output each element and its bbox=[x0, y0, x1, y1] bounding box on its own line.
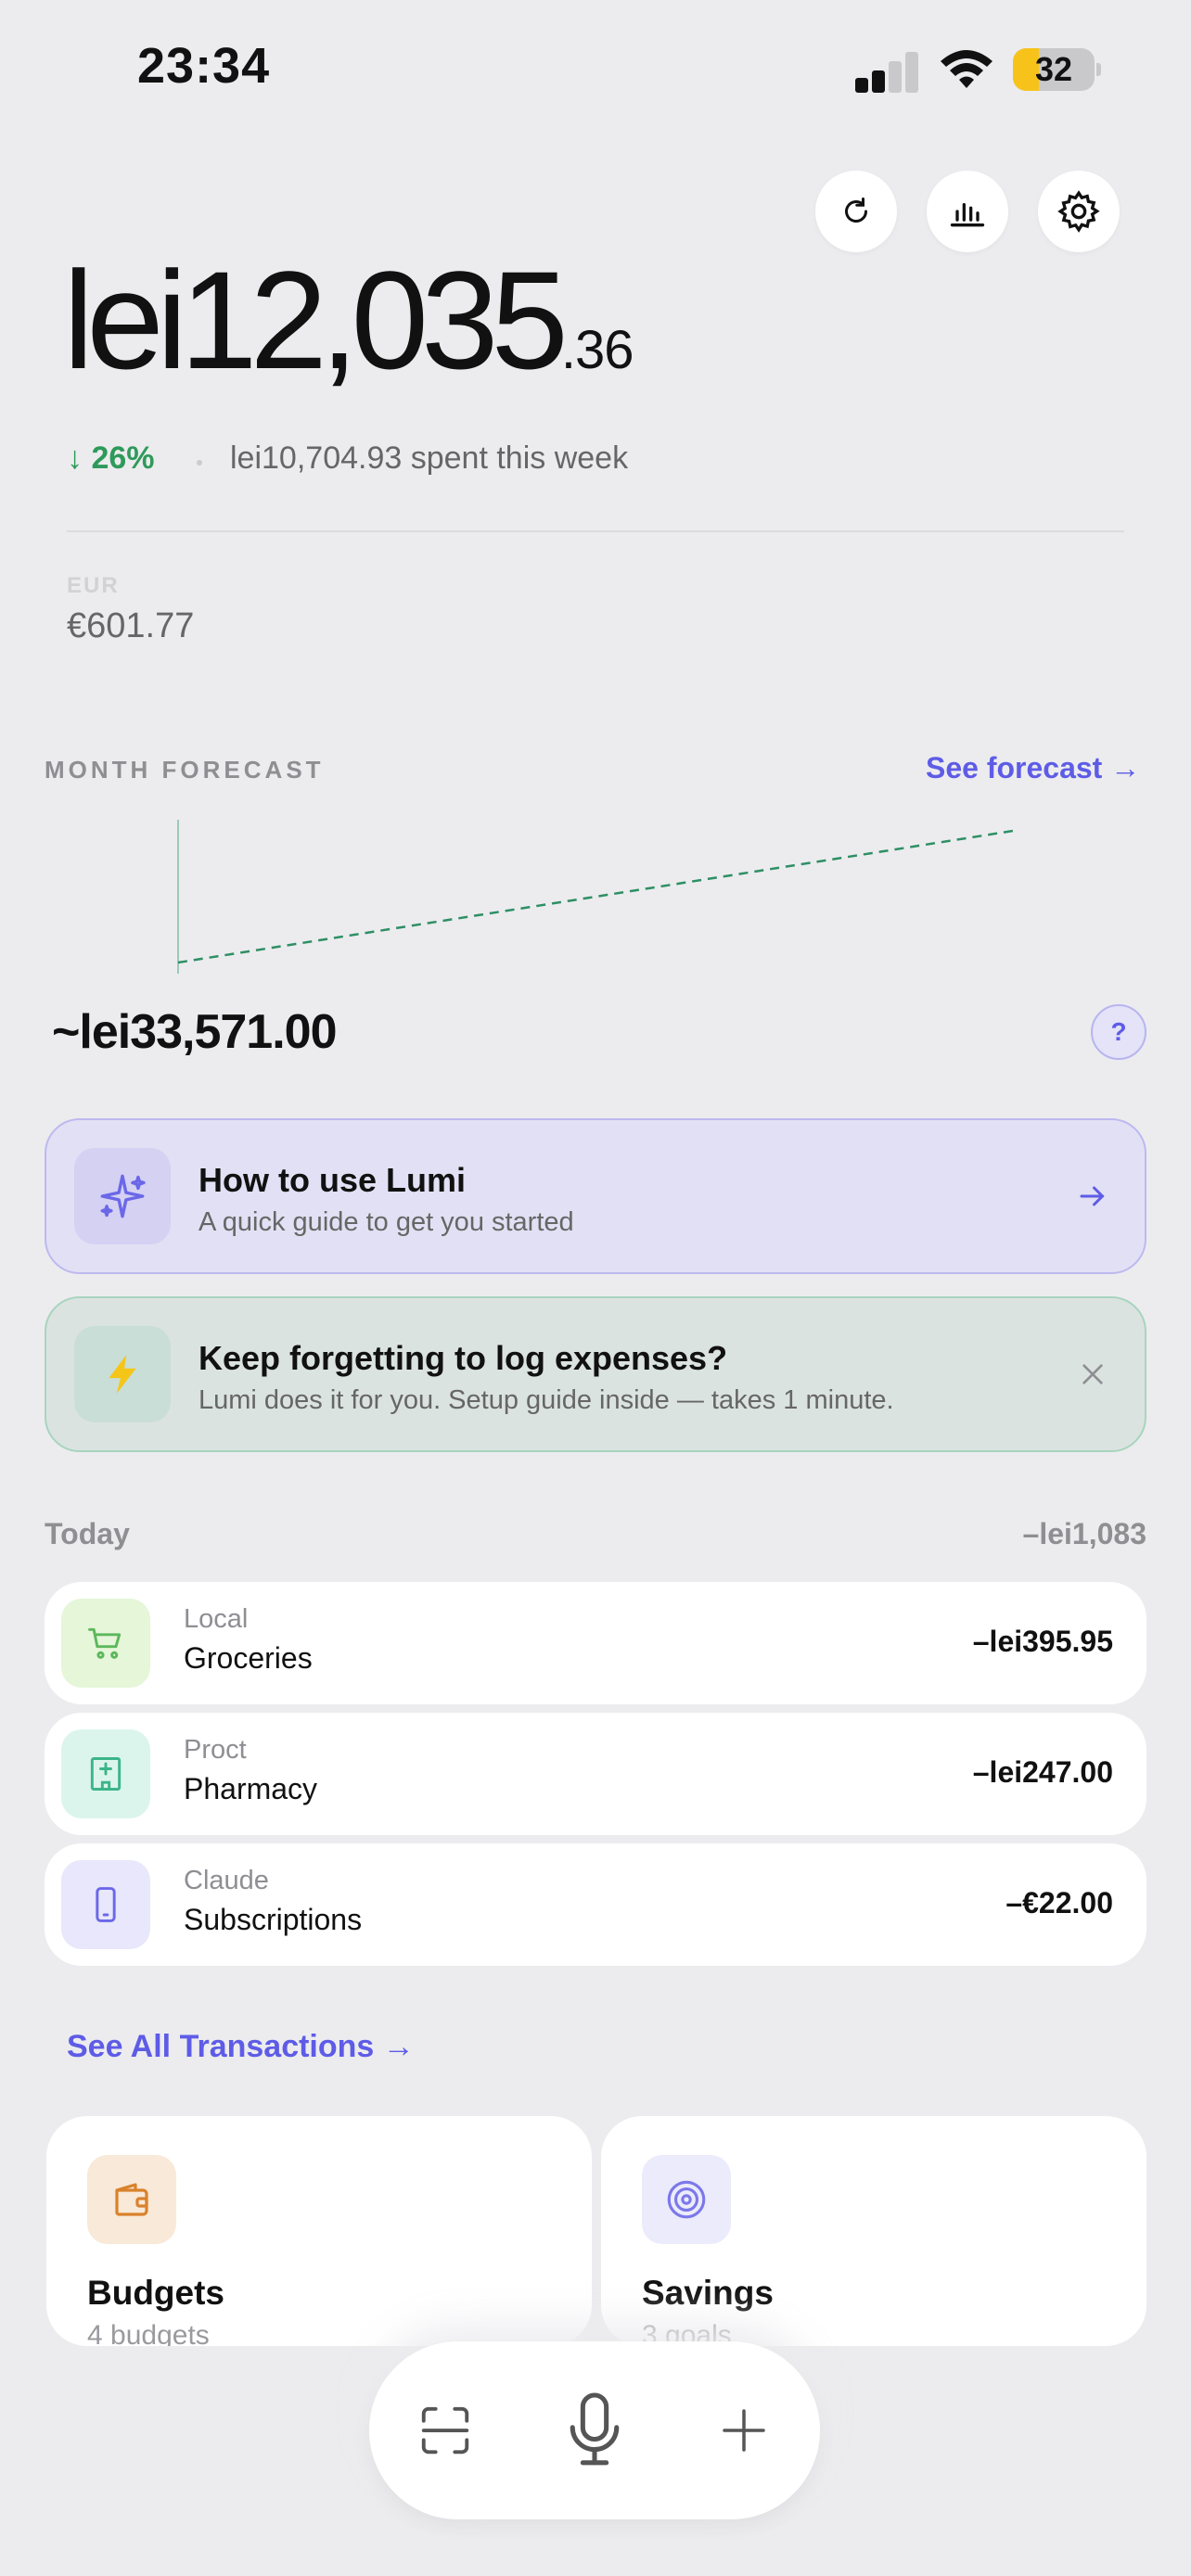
battery-icon: 32 bbox=[1013, 48, 1102, 91]
close-button[interactable] bbox=[1072, 1354, 1113, 1395]
guide-subtitle: A quick guide to get you started bbox=[198, 1207, 574, 1237]
reminder-subtitle: Lumi does it for you. Setup guide inside… bbox=[198, 1385, 894, 1415]
cart-icon bbox=[61, 1599, 150, 1688]
battery-percent: 32 bbox=[1034, 50, 1073, 88]
reminder-card[interactable]: Keep forgetting to log expenses? Lumi do… bbox=[45, 1296, 1146, 1452]
sparkle-icon bbox=[74, 1148, 171, 1244]
plus-icon bbox=[723, 2409, 765, 2452]
transaction-category: Subscriptions bbox=[184, 1903, 363, 1936]
see-forecast-link[interactable]: See forecast → bbox=[926, 751, 1140, 785]
transaction-category: Pharmacy bbox=[184, 1772, 318, 1805]
transaction-category: Groceries bbox=[184, 1641, 313, 1675]
cellular-signal-icon bbox=[855, 48, 920, 93]
arrow-right-icon bbox=[1072, 1176, 1113, 1217]
wifi-icon bbox=[937, 45, 996, 91]
transaction-merchant: Claude bbox=[184, 1866, 269, 1895]
stats-button[interactable] bbox=[927, 171, 1008, 252]
balance-cents: .36 bbox=[560, 320, 634, 380]
savings-title: Savings bbox=[642, 2274, 774, 2312]
weekly-spent: lei10,704.93 spent this week bbox=[230, 440, 629, 476]
weekly-change: ↓ 26% bbox=[67, 440, 155, 476]
budgets-tile[interactable]: Budgets 4 budgets bbox=[46, 2116, 592, 2346]
forecast-chart bbox=[177, 820, 1014, 974]
guide-card[interactable]: How to use Lumi A quick guide to get you… bbox=[45, 1118, 1146, 1274]
add-transaction-button[interactable] bbox=[699, 2386, 788, 2475]
refresh-button[interactable] bbox=[815, 171, 897, 252]
today-total: –lei1,083 bbox=[1022, 1517, 1146, 1550]
transaction-row[interactable]: Claude Subscriptions –€22.00 bbox=[45, 1843, 1146, 1966]
transaction-amount: –€22.00 bbox=[1005, 1886, 1113, 1919]
scan-receipt-button[interactable] bbox=[401, 2386, 490, 2475]
forecast-help-button[interactable]: ? bbox=[1091, 1004, 1146, 1060]
bar-chart-icon bbox=[950, 203, 985, 227]
currency-label: EUR bbox=[67, 573, 120, 598]
quick-add-bar bbox=[369, 2341, 820, 2519]
target-icon bbox=[642, 2155, 731, 2244]
budgets-title: Budgets bbox=[87, 2274, 224, 2312]
microphone-icon bbox=[570, 2392, 620, 2466]
status-time: 23:34 bbox=[137, 38, 271, 94]
lightning-icon bbox=[74, 1326, 171, 1422]
refresh-icon bbox=[845, 198, 867, 223]
phone-icon bbox=[61, 1860, 150, 1949]
currency-value: €601.77 bbox=[67, 606, 195, 645]
transaction-amount: –lei395.95 bbox=[972, 1625, 1113, 1658]
balance-main: lei12,035 bbox=[63, 242, 569, 398]
budgets-subtitle: 4 budgets bbox=[87, 2320, 210, 2346]
savings-tile[interactable]: Savings 3 goals bbox=[601, 2116, 1146, 2346]
voice-input-button[interactable] bbox=[550, 2386, 639, 2475]
see-all-transactions-link[interactable]: See All Transactions → bbox=[67, 2029, 415, 2065]
settings-button[interactable] bbox=[1038, 171, 1120, 252]
today-label: Today bbox=[45, 1517, 130, 1550]
forecast-value: ~lei33,571.00 bbox=[52, 1005, 338, 1059]
forecast-label: MONTH FORECAST bbox=[45, 756, 325, 784]
total-balance: lei12,035.36 bbox=[63, 250, 634, 389]
close-icon bbox=[1082, 1364, 1103, 1384]
transaction-row[interactable]: Local Groceries –lei395.95 bbox=[45, 1582, 1146, 1704]
wallet-icon bbox=[87, 2155, 176, 2244]
transaction-merchant: Proct bbox=[184, 1735, 247, 1765]
transaction-amount: –lei247.00 bbox=[972, 1755, 1113, 1789]
separator-dot bbox=[197, 460, 202, 465]
reminder-title: Keep forgetting to log expenses? bbox=[198, 1339, 728, 1377]
gear-icon bbox=[1057, 190, 1100, 233]
transaction-merchant: Local bbox=[184, 1604, 249, 1634]
forecast-line bbox=[177, 829, 1014, 964]
divider bbox=[67, 530, 1124, 532]
guide-title: How to use Lumi bbox=[198, 1161, 466, 1199]
pharmacy-icon bbox=[61, 1729, 150, 1818]
scan-icon bbox=[421, 2406, 469, 2455]
transaction-row[interactable]: Proct Pharmacy –lei247.00 bbox=[45, 1713, 1146, 1835]
